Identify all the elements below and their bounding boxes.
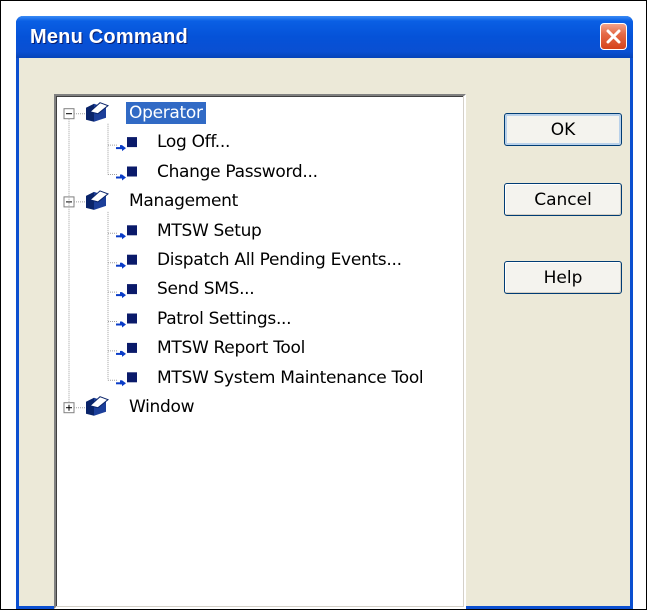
tree-item[interactable]: Patrol Settings...: [154, 306, 294, 332]
tree-item-label: Change Password...: [157, 161, 318, 182]
tree-item[interactable]: Change Password...: [154, 159, 321, 185]
menu-command-icon: [116, 372, 137, 387]
tree-item[interactable]: Dispatch All Pending Events...: [154, 247, 405, 273]
tree-item-label: MTSW Setup: [157, 220, 262, 241]
close-icon: [606, 29, 621, 44]
tree-item-label: Patrol Settings...: [157, 308, 292, 329]
tree-item[interactable]: MTSW Setup: [154, 218, 265, 244]
command-tree[interactable]: Operator Log Off... Change Password... Mana…: [54, 94, 466, 609]
tree-item-label: Log Off...: [157, 132, 231, 153]
menu-group-icon: [86, 396, 109, 416]
ok-button[interactable]: OK: [504, 113, 622, 146]
tree-item-label: Dispatch All Pending Events...: [157, 250, 402, 270]
window-title: Menu Command: [30, 26, 188, 48]
menu-group-icon: [86, 190, 109, 210]
menu-command-icon: [116, 137, 137, 152]
expand-toggle[interactable]: [63, 402, 75, 414]
tree-group-window[interactable]: Window: [126, 394, 197, 420]
tree-group-operator[interactable]: Operator: [126, 100, 206, 126]
help-button[interactable]: Help: [504, 261, 622, 294]
tree-item[interactable]: MTSW System Maintenance Tool: [154, 365, 426, 391]
collapse-toggle[interactable]: [63, 108, 75, 120]
menu-command-icon: [116, 225, 137, 240]
menu-command-icon: [116, 284, 137, 299]
tree-item[interactable]: MTSW Report Tool: [154, 335, 308, 361]
menu-command-dialog: Menu Command Operator Log Off... Change …: [16, 16, 633, 609]
tree-item-label: Send SMS...: [157, 279, 255, 300]
cancel-button[interactable]: Cancel: [504, 183, 622, 216]
tree-item[interactable]: Send SMS...: [154, 276, 257, 302]
tree-group-label: Window: [129, 397, 195, 417]
menu-command-icon: [116, 342, 137, 357]
menu-group-icon: [86, 102, 109, 122]
close-button[interactable]: [600, 23, 627, 50]
tree-group-management[interactable]: Management: [126, 188, 241, 214]
menu-command-icon: [116, 254, 137, 269]
tree-item[interactable]: Log Off...: [154, 129, 233, 155]
tree-item-label: MTSW System Maintenance Tool: [157, 367, 424, 388]
tree-item-label: MTSW Report Tool: [157, 338, 306, 359]
menu-command-icon: [116, 166, 137, 181]
menu-command-icon: [116, 313, 137, 328]
screenshot-frame: Menu Command Operator Log Off... Change …: [0, 0, 647, 610]
tree-group-label: Operator: [126, 102, 206, 124]
tree-group-label: Management: [129, 191, 238, 212]
title-bar[interactable]: Menu Command: [16, 16, 633, 58]
